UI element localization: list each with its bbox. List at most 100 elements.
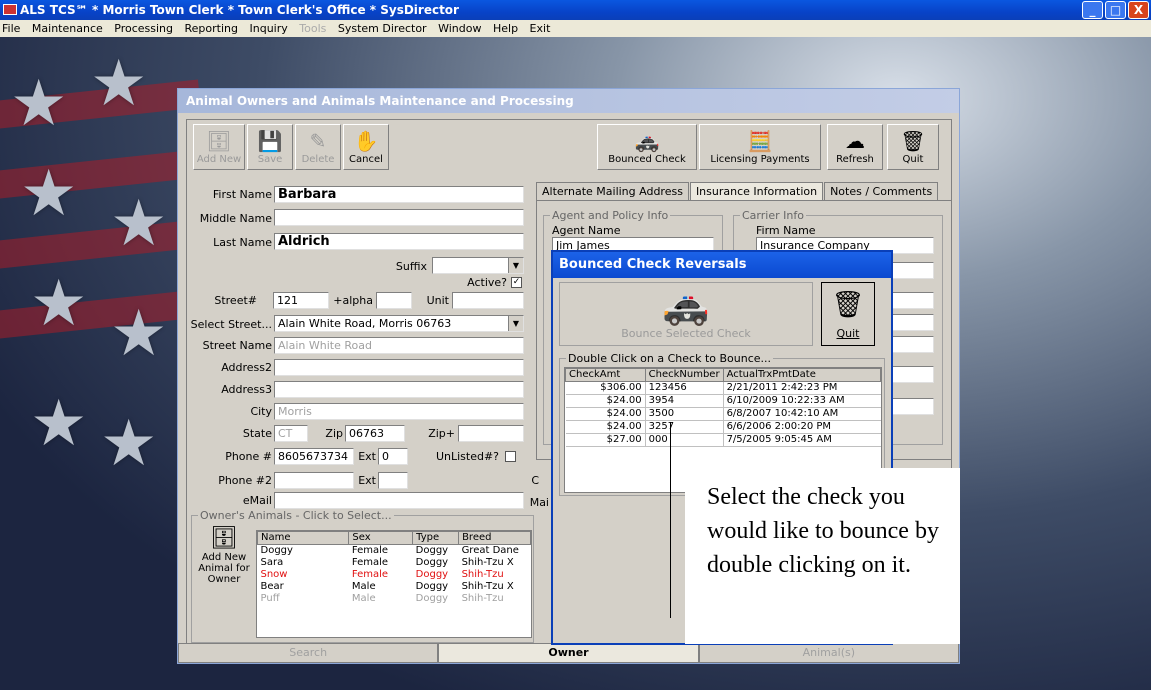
bounced-check-button[interactable]: 🚓 Bounced Check — [597, 124, 697, 170]
phone-field[interactable]: 8605673734 — [274, 448, 354, 465]
select-street-label[interactable]: Select Street... — [187, 318, 272, 331]
quit-button[interactable]: 🗑 Quit — [887, 124, 939, 170]
unlisted-label: UnListed#? — [435, 450, 499, 463]
check-amt: $306.00 — [565, 381, 646, 395]
table-row[interactable]: Snow Female Doggy Shih-Tzu — [258, 569, 531, 581]
partial-label-c: C — [531, 474, 539, 487]
col-check-amt[interactable]: CheckAmt — [565, 368, 646, 382]
middle-name-field[interactable] — [274, 209, 524, 226]
bounce-selected-check-button[interactable]: 🚓 Bounce Selected Check — [559, 282, 813, 346]
close-button[interactable]: X — [1128, 1, 1149, 19]
street-name-field[interactable]: Alain White Road — [274, 337, 524, 354]
col-breed[interactable]: Breed — [458, 531, 531, 545]
state-field[interactable]: CT — [274, 425, 308, 442]
restore-button[interactable]: □ — [1105, 1, 1126, 19]
street-no-label: Street# — [214, 294, 257, 307]
table-row[interactable]: Sara Female Doggy Shih-Tzu X — [258, 557, 531, 569]
email-field[interactable] — [274, 492, 524, 509]
table-row[interactable]: Bear Male Doggy Shih-Tzu X — [258, 581, 531, 593]
licensing-payments-label: Licensing Payments — [710, 154, 810, 165]
cancel-button[interactable]: ✋ Cancel — [343, 124, 389, 170]
animal-type: Doggy — [415, 545, 449, 556]
select-street-value: Alain White Road, Morris 06763 — [278, 317, 452, 330]
chevron-down-icon[interactable]: ▼ — [508, 258, 523, 273]
window-title-bar[interactable]: ALS TCS℠ * Morris Town Clerk * Town Cler… — [0, 0, 1151, 20]
menu-processing[interactable]: Processing — [114, 22, 173, 35]
dialog-quit-button[interactable]: 🗑 Quit — [821, 282, 875, 346]
tab-animals[interactable]: Animal(s) — [698, 643, 959, 663]
refresh-button[interactable]: ☁ Refresh — [827, 124, 883, 170]
menu-tools[interactable]: Tools — [299, 22, 326, 35]
tab-notes-comments[interactable]: Notes / Comments — [824, 182, 939, 200]
trash-can-icon: 🗑 — [900, 129, 926, 153]
col-type[interactable]: Type — [412, 531, 460, 545]
check-date: 2/21/2011 2:42:23 PM — [726, 382, 838, 393]
menu-exit[interactable]: Exit — [530, 22, 551, 35]
menu-help[interactable]: Help — [493, 22, 518, 35]
licensing-payments-button[interactable]: 🧮 Licensing Payments — [699, 124, 821, 170]
animal-type: Doggy — [415, 557, 449, 568]
check-row[interactable]: $24.00 3257 6/6/2006 2:00:20 PM — [565, 420, 881, 434]
menu-file[interactable]: File — [2, 22, 20, 35]
suffix-select[interactable]: ▼ — [432, 257, 524, 274]
menu-inquiry[interactable]: Inquiry — [250, 22, 288, 35]
state-label: State — [242, 427, 272, 440]
table-row[interactable]: Doggy Female Doggy Great Dane — [258, 545, 531, 558]
city-label: City — [250, 405, 272, 418]
check-row[interactable]: $306.00 123456 2/21/2011 2:42:23 PM — [565, 381, 881, 395]
app-flag-icon — [3, 4, 17, 15]
col-name[interactable]: Name — [256, 531, 350, 545]
add-new-button[interactable]: 🗄 Add New — [193, 124, 245, 170]
ext-field[interactable]: 0 — [378, 448, 408, 465]
menu-maintenance[interactable]: Maintenance — [32, 22, 103, 35]
street-no-field[interactable]: 121 — [273, 292, 329, 309]
check-row[interactable]: $24.00 3500 6/8/2007 10:42:10 AM — [565, 407, 881, 421]
first-name-field[interactable]: Barbara — [274, 186, 524, 203]
tab-insurance-information[interactable]: Insurance Information — [689, 182, 824, 200]
eraser-icon: ✎ — [309, 129, 327, 153]
zip-field[interactable]: 06763 — [345, 425, 405, 442]
tab-search[interactable]: Search — [178, 643, 439, 663]
col-check-number[interactable]: CheckNumber — [644, 368, 724, 382]
animal-sex: Female — [351, 569, 389, 580]
check-row[interactable]: $24.00 3954 6/10/2009 10:22:33 AM — [565, 394, 881, 408]
bottom-tabs: Search Owner Animal(s) — [178, 643, 959, 663]
callout-pointer-line — [670, 422, 671, 618]
minimize-button[interactable]: _ — [1082, 1, 1103, 19]
active-checkbox[interactable]: ✓ — [511, 277, 522, 288]
chevron-down-icon[interactable]: ▼ — [508, 316, 523, 331]
add-new-animal-button[interactable]: 🗄 Add New Animal for Owner — [196, 526, 252, 585]
alpha-field[interactable] — [376, 292, 412, 309]
phone2-field[interactable] — [274, 472, 354, 489]
check-number: 123456 — [645, 381, 724, 395]
animals-grid[interactable]: Name Sex Type Breed Doggy Female Doggy G… — [256, 530, 532, 638]
save-button[interactable]: 💾 Save — [247, 124, 293, 170]
menu-reporting[interactable]: Reporting — [185, 22, 238, 35]
first-name-label: First Name — [212, 188, 272, 201]
ext2-field[interactable] — [378, 472, 408, 489]
unlisted-checkbox[interactable] — [505, 451, 516, 462]
menu-window[interactable]: Window — [438, 22, 481, 35]
address3-field[interactable] — [274, 381, 524, 398]
animal-sex: Male — [351, 593, 376, 604]
last-name-field[interactable]: Aldrich — [274, 233, 524, 250]
col-sex[interactable]: Sex — [348, 531, 414, 545]
select-street-dropdown[interactable]: Alain White Road, Morris 06763 ▼ — [274, 315, 524, 332]
check-row[interactable]: $27.00 000 7/5/2005 9:05:45 AM — [565, 433, 881, 447]
cabinet-icon: 🗄 — [206, 129, 232, 153]
table-row[interactable]: Puff Male Doggy Shih-Tzu — [258, 593, 531, 605]
address2-field[interactable] — [274, 359, 524, 376]
city-field[interactable]: Morris — [274, 403, 524, 420]
tab-owner[interactable]: Owner — [438, 643, 699, 663]
email-label: eMail — [242, 494, 272, 507]
check-amt: $24.00 — [565, 420, 646, 434]
check-number: 000 — [645, 433, 724, 447]
unit-field[interactable] — [452, 292, 524, 309]
animal-breed: Shih-Tzu — [461, 593, 504, 604]
col-actual-trx-pmt-date[interactable]: ActualTrxPmtDate — [722, 368, 882, 382]
suffix-label: Suffix — [395, 260, 427, 273]
menu-system-director[interactable]: System Director — [338, 22, 427, 35]
zipplus-field[interactable] — [458, 425, 524, 442]
delete-button[interactable]: ✎ Delete — [295, 124, 341, 170]
tab-alternate-mailing-address[interactable]: Alternate Mailing Address — [536, 182, 689, 200]
